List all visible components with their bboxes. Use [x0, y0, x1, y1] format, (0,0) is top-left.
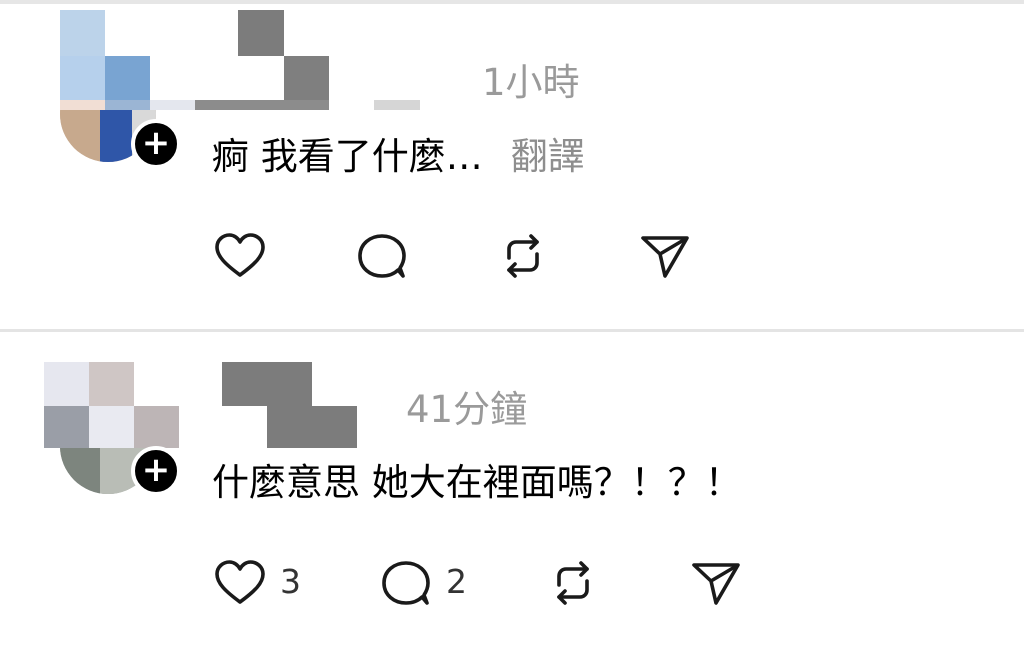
post-text-content: 痾 我看了什麼…: [212, 135, 483, 178]
reply-button[interactable]: [378, 555, 434, 611]
reply-button[interactable]: [354, 228, 410, 284]
thread-post: + 1小時 痾 我看了什麼… 翻譯: [0, 0, 1024, 329]
post-time: 41分鐘: [406, 388, 528, 431]
post-time: 1小時: [482, 61, 580, 104]
share-button[interactable]: [637, 228, 693, 284]
translate-link[interactable]: 翻譯: [511, 135, 585, 178]
heart-icon: [215, 560, 265, 604]
send-icon: [641, 236, 689, 278]
repost-button[interactable]: [495, 228, 551, 284]
repost-button[interactable]: [545, 555, 601, 611]
like-button[interactable]: [212, 555, 268, 611]
follow-plus-icon[interactable]: +: [131, 446, 181, 496]
comment-bubble-icon: [382, 561, 430, 605]
post-text: 什麼意思 她大在裡面嗎？！？！: [212, 461, 742, 504]
repost-icon: [507, 234, 539, 278]
like-count: 3: [280, 562, 301, 601]
post-text: 痾 我看了什麼… 翻譯: [212, 126, 585, 180]
share-button[interactable]: [688, 555, 744, 611]
send-icon: [692, 563, 740, 605]
follow-plus-icon[interactable]: +: [131, 119, 181, 169]
reply-count: 2: [446, 562, 467, 601]
repost-icon: [557, 561, 589, 605]
heart-icon: [215, 233, 265, 277]
comment-bubble-icon: [358, 234, 406, 278]
like-button[interactable]: [212, 228, 268, 284]
thread-post: + 41分鐘 什麼意思 她大在裡面嗎？！？！ 3 2: [0, 332, 1024, 649]
